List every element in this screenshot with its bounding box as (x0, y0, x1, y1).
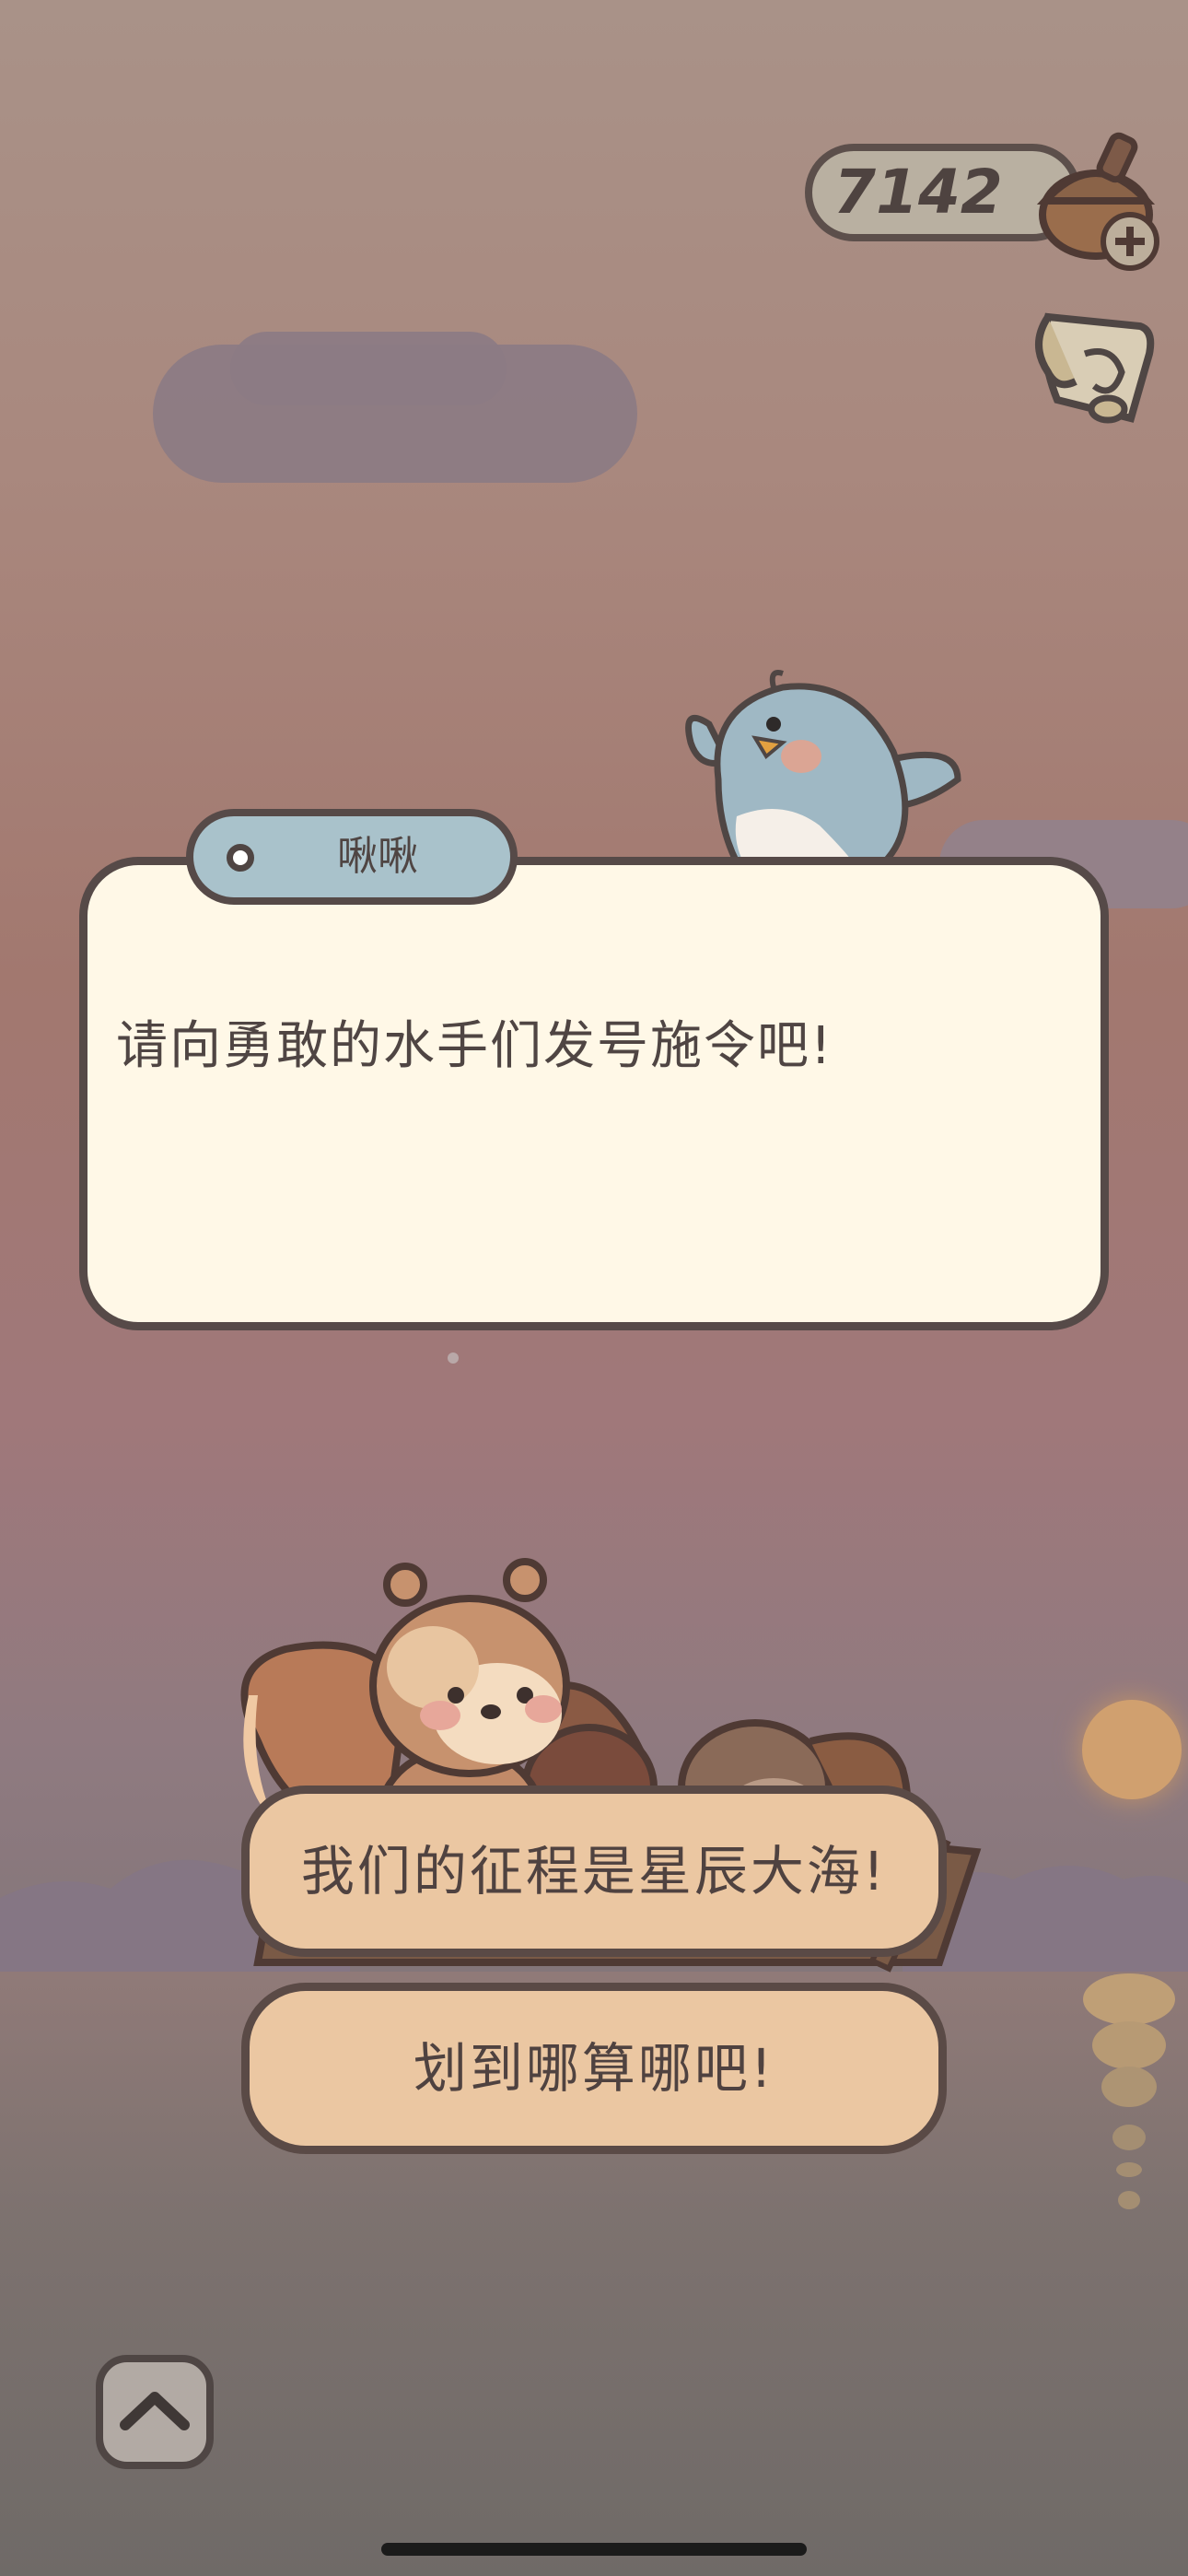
chevron-up-icon (120, 2392, 190, 2430)
sparkle (448, 1352, 459, 1364)
scroll-map-icon (1035, 312, 1155, 424)
sun (1082, 1700, 1182, 1799)
choice-label: 我们的征程是星辰大海! (300, 1840, 888, 1903)
acorn-count: 7142 (833, 157, 1003, 228)
plus-icon (1115, 227, 1145, 256)
game-scene: 7142 请向勇敢的水手们发号施令吧! 啾啾 我们的征程是星辰大海! 划到哪算哪… (0, 0, 1188, 2576)
sun-reflection (1083, 1973, 1175, 2209)
choice-button-2[interactable]: 划到哪算哪吧! (241, 1983, 947, 2154)
bluebird-character (685, 670, 961, 867)
add-acorn-button[interactable] (1101, 212, 1159, 271)
cloud (230, 332, 507, 405)
dialog-text: 请向勇敢的水手们发号施令吧! (116, 1016, 833, 1076)
home-indicator[interactable] (381, 2543, 807, 2556)
choice-label: 划到哪算哪吧! (413, 2037, 775, 2100)
speaker-name: 啾啾 (337, 833, 418, 880)
speaker-dot-icon (227, 844, 254, 872)
map-button[interactable] (1020, 299, 1168, 437)
dialog-box (79, 857, 1109, 1330)
expand-button[interactable] (96, 2355, 214, 2469)
choice-button-1[interactable]: 我们的征程是星辰大海! (241, 1786, 947, 1957)
